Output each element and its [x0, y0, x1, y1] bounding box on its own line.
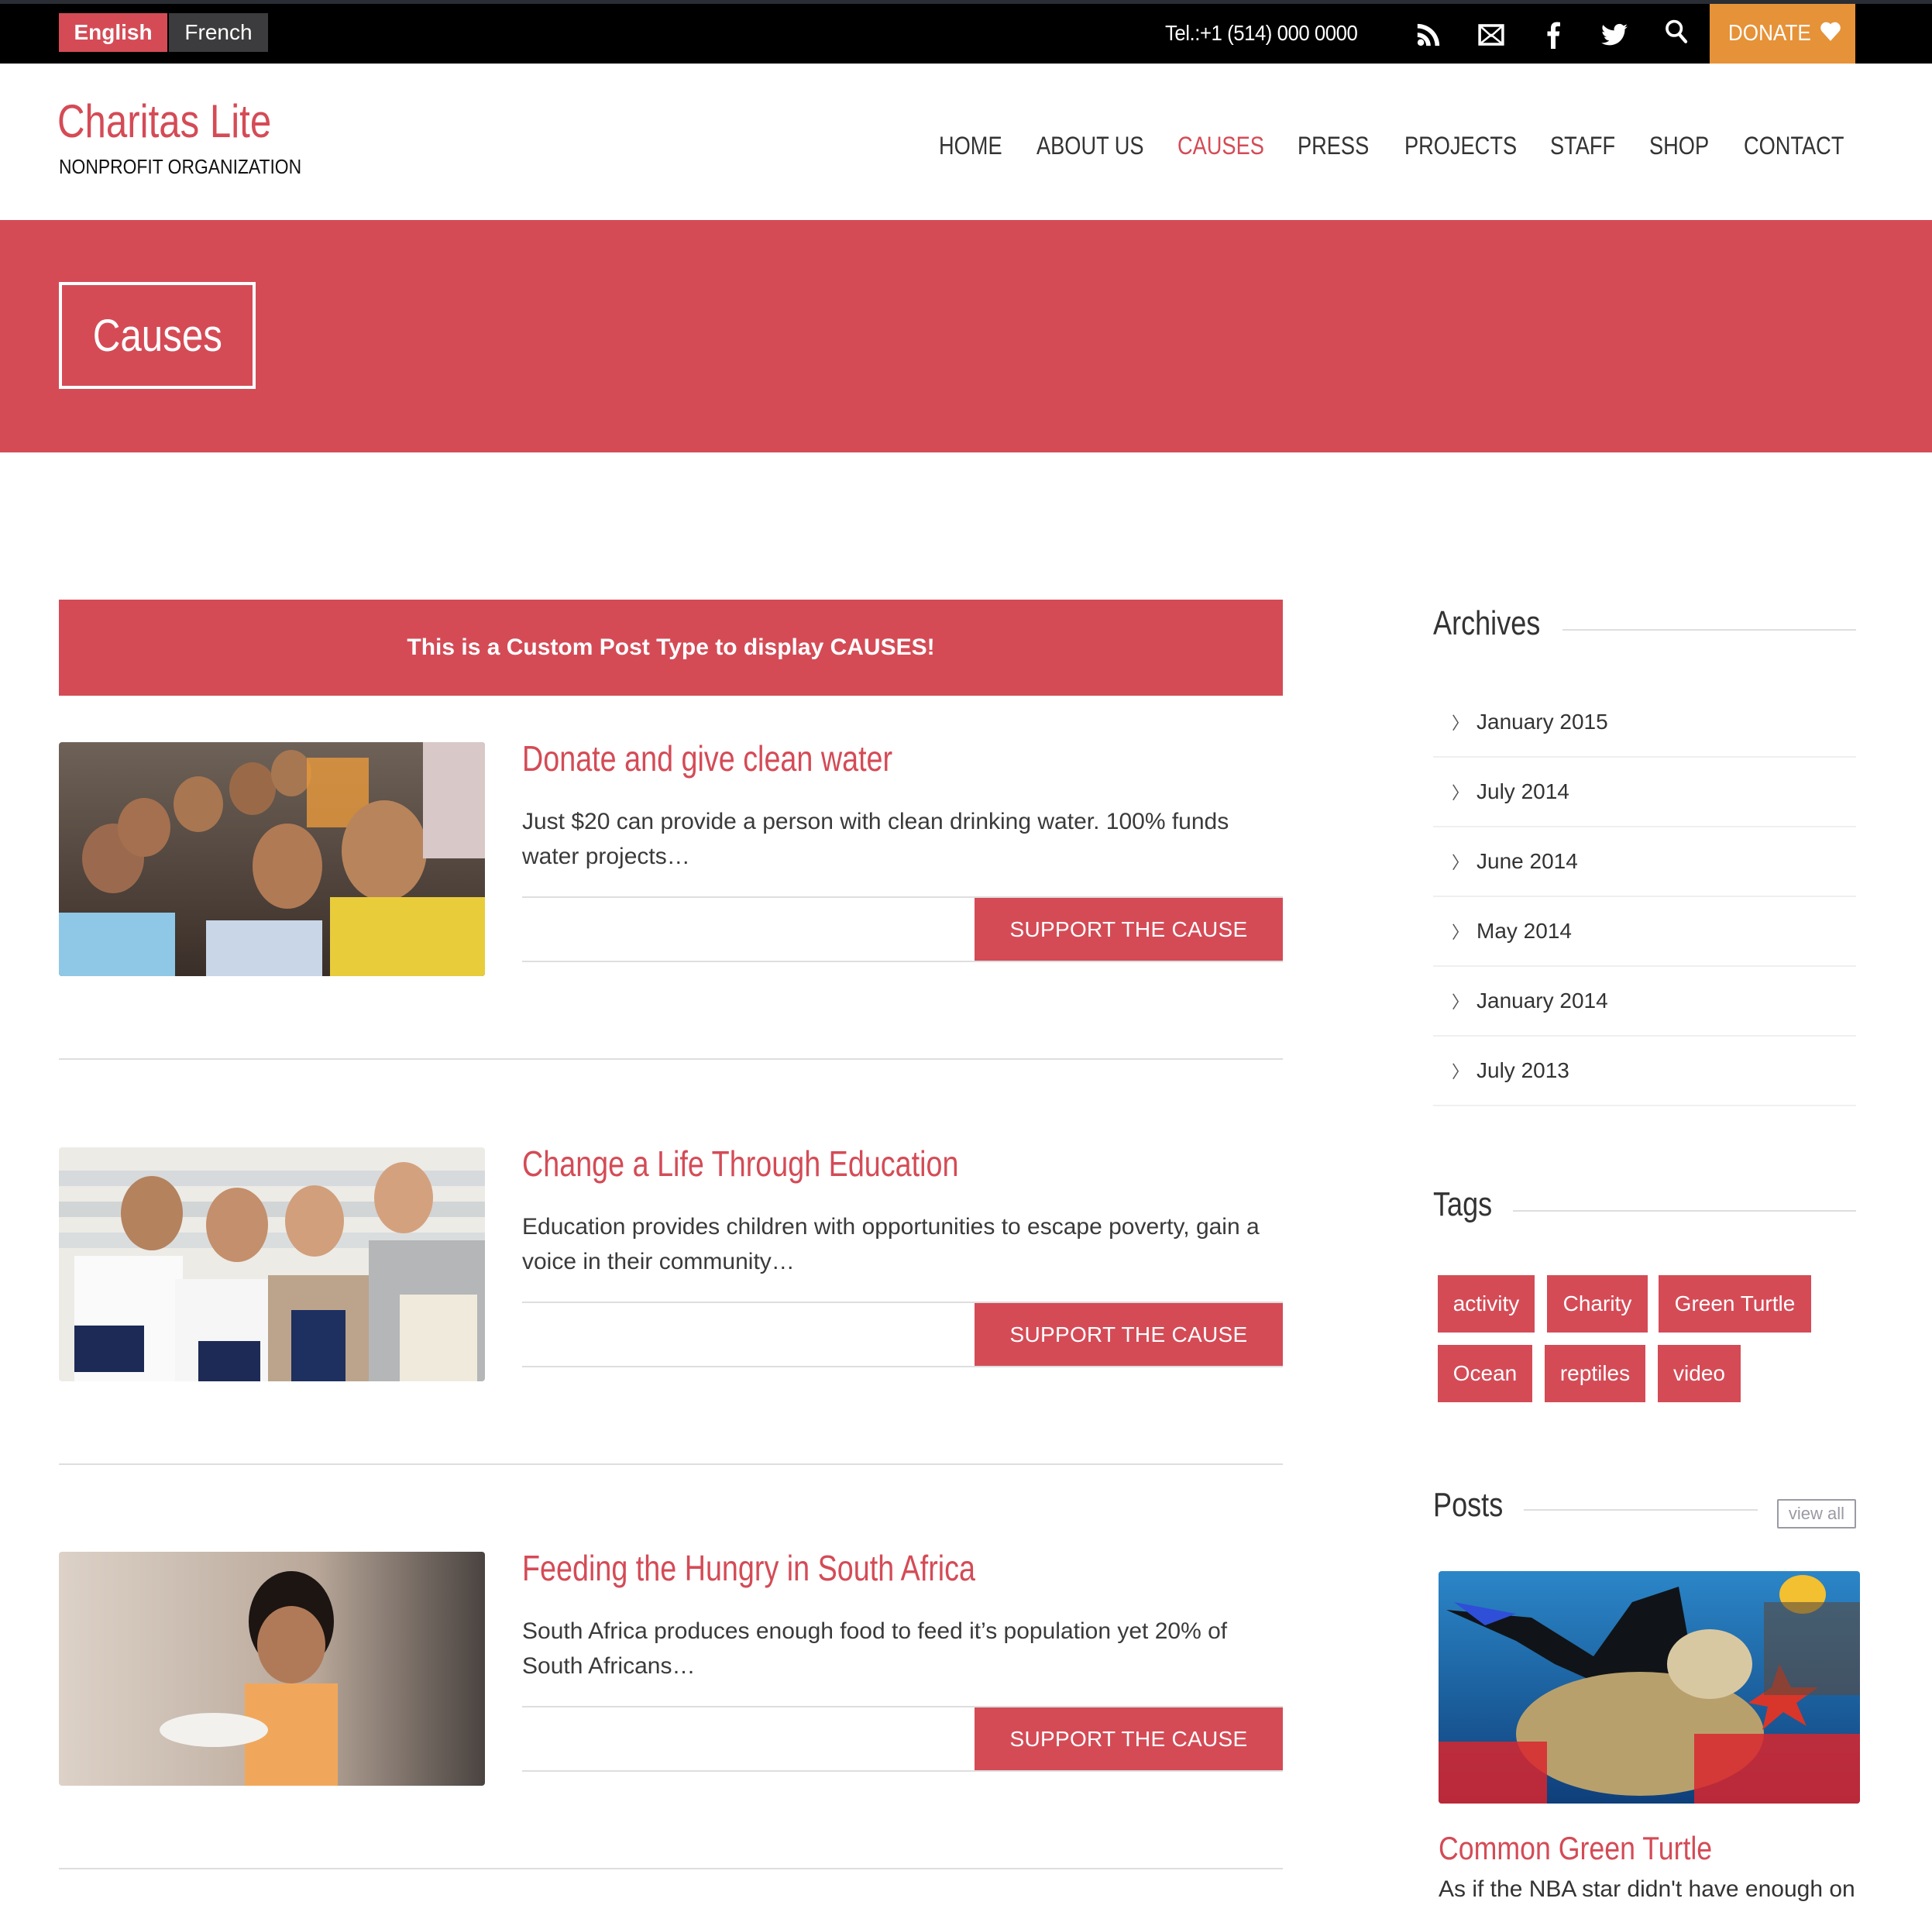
donate-button[interactable]: DONATE	[1710, 4, 1855, 64]
archive-item[interactable]: 〉 July 2013	[1433, 1037, 1856, 1106]
nav-press[interactable]: PRESS	[1298, 132, 1369, 160]
archives-title: Archives	[1433, 604, 1541, 642]
facebook-icon[interactable]	[1538, 19, 1569, 50]
tag-charity[interactable]: Charity	[1547, 1275, 1648, 1333]
support-cause-button[interactable]: SUPPORT THE CAUSE	[975, 898, 1283, 961]
archives-title-line	[1562, 629, 1856, 631]
cause-title[interactable]: Feeding the Hungry in South Africa	[522, 1547, 975, 1589]
rss-icon[interactable]	[1413, 19, 1444, 50]
archive-label: June 2014	[1477, 849, 1578, 873]
cause-title[interactable]: Change a Life Through Education	[522, 1143, 958, 1185]
cause-action-bar: SUPPORT THE CAUSE	[522, 896, 1283, 962]
archive-item[interactable]: 〉 January 2014	[1433, 967, 1856, 1037]
tag-reptiles[interactable]: reptiles	[1545, 1345, 1645, 1402]
chevron-right-icon: 〉	[1452, 923, 1470, 942]
support-cause-button[interactable]: SUPPORT THE CAUSE	[975, 1707, 1283, 1770]
tag-activity[interactable]: activity	[1438, 1275, 1535, 1333]
page-title-box: Causes	[59, 282, 256, 389]
cause-excerpt: Education provides children with opportu…	[522, 1214, 1260, 1274]
heart-icon	[1820, 21, 1841, 47]
archive-item[interactable]: 〉 May 2014	[1433, 897, 1856, 967]
cause-title[interactable]: Donate and give clean water	[522, 738, 892, 779]
cause-action-bar: SUPPORT THE CAUSE	[522, 1706, 1283, 1772]
chevron-right-icon: 〉	[1452, 783, 1470, 803]
cause-image[interactable]	[59, 1552, 485, 1786]
nav-staff[interactable]: STAFF	[1550, 132, 1615, 160]
post-title[interactable]: Common Green Turtle	[1439, 1830, 1712, 1867]
cause-image[interactable]	[59, 742, 485, 976]
search-icon[interactable]	[1661, 16, 1692, 47]
divider	[59, 1058, 1283, 1060]
notice-text: This is a Custom Post Type to display CA…	[407, 634, 935, 660]
archive-label: July 2014	[1477, 779, 1569, 803]
tags-title-line	[1513, 1210, 1856, 1212]
archive-label: January 2014	[1477, 989, 1608, 1013]
cause-image[interactable]	[59, 1147, 485, 1381]
nav-shop[interactable]: SHOP	[1649, 132, 1709, 160]
phone-number: Tel.:+1 (514) 000 0000	[1165, 21, 1358, 45]
nav-projects[interactable]: PROJECTS	[1404, 132, 1517, 160]
cause-action-bar: SUPPORT THE CAUSE	[522, 1302, 1283, 1367]
tags-title: Tags	[1433, 1185, 1493, 1223]
donate-label: DONATE	[1727, 21, 1811, 46]
archive-item[interactable]: 〉 June 2014	[1433, 827, 1856, 897]
top-bar: English French Tel.:+1 (514) 000 0000 DO…	[0, 0, 1932, 64]
main-nav: HOME ABOUT US CAUSES PRESS PROJECTS STAF…	[0, 132, 1932, 163]
nav-about-us[interactable]: ABOUT US	[1036, 132, 1144, 160]
chevron-right-icon: 〉	[1452, 853, 1470, 872]
archive-item[interactable]: 〉 July 2014	[1433, 758, 1856, 827]
language-english[interactable]: English	[59, 13, 167, 52]
posts-title: Posts	[1433, 1486, 1504, 1524]
mail-icon[interactable]	[1476, 19, 1507, 50]
page-title: Causes	[92, 310, 222, 361]
post-excerpt: As if the NBA star didn't have enough on	[1439, 1876, 1855, 1902]
posts-title-line	[1524, 1509, 1758, 1511]
nav-causes[interactable]: CAUSES	[1177, 132, 1264, 160]
divider	[59, 1868, 1283, 1869]
archive-label: May 2014	[1477, 919, 1572, 943]
nav-contact[interactable]: CONTACT	[1744, 132, 1844, 160]
cause-excerpt: Just $20 can provide a person with clean…	[522, 809, 1229, 869]
divider	[59, 1463, 1283, 1465]
tag-video[interactable]: video	[1658, 1345, 1741, 1402]
archive-label: July 2013	[1477, 1058, 1569, 1082]
language-french[interactable]: French	[169, 13, 268, 52]
page-hero: Causes	[0, 220, 1932, 452]
view-all-button[interactable]: view all	[1777, 1499, 1856, 1529]
chevron-right-icon: 〉	[1452, 992, 1470, 1012]
chevron-right-icon: 〉	[1452, 714, 1470, 733]
archive-item[interactable]: 〉 January 2015	[1433, 688, 1856, 758]
cause-excerpt: South Africa produces enough food to fee…	[522, 1618, 1228, 1679]
post-image[interactable]	[1439, 1571, 1860, 1804]
tag-ocean[interactable]: Ocean	[1438, 1345, 1532, 1402]
archive-label: January 2015	[1477, 710, 1608, 734]
nav-home[interactable]: HOME	[939, 132, 1002, 160]
chevron-right-icon: 〉	[1452, 1062, 1470, 1082]
tag-green-turtle[interactable]: Green Turtle	[1659, 1275, 1811, 1333]
notice-banner: This is a Custom Post Type to display CA…	[59, 600, 1283, 696]
support-cause-button[interactable]: SUPPORT THE CAUSE	[975, 1303, 1283, 1366]
twitter-icon[interactable]	[1599, 19, 1630, 50]
